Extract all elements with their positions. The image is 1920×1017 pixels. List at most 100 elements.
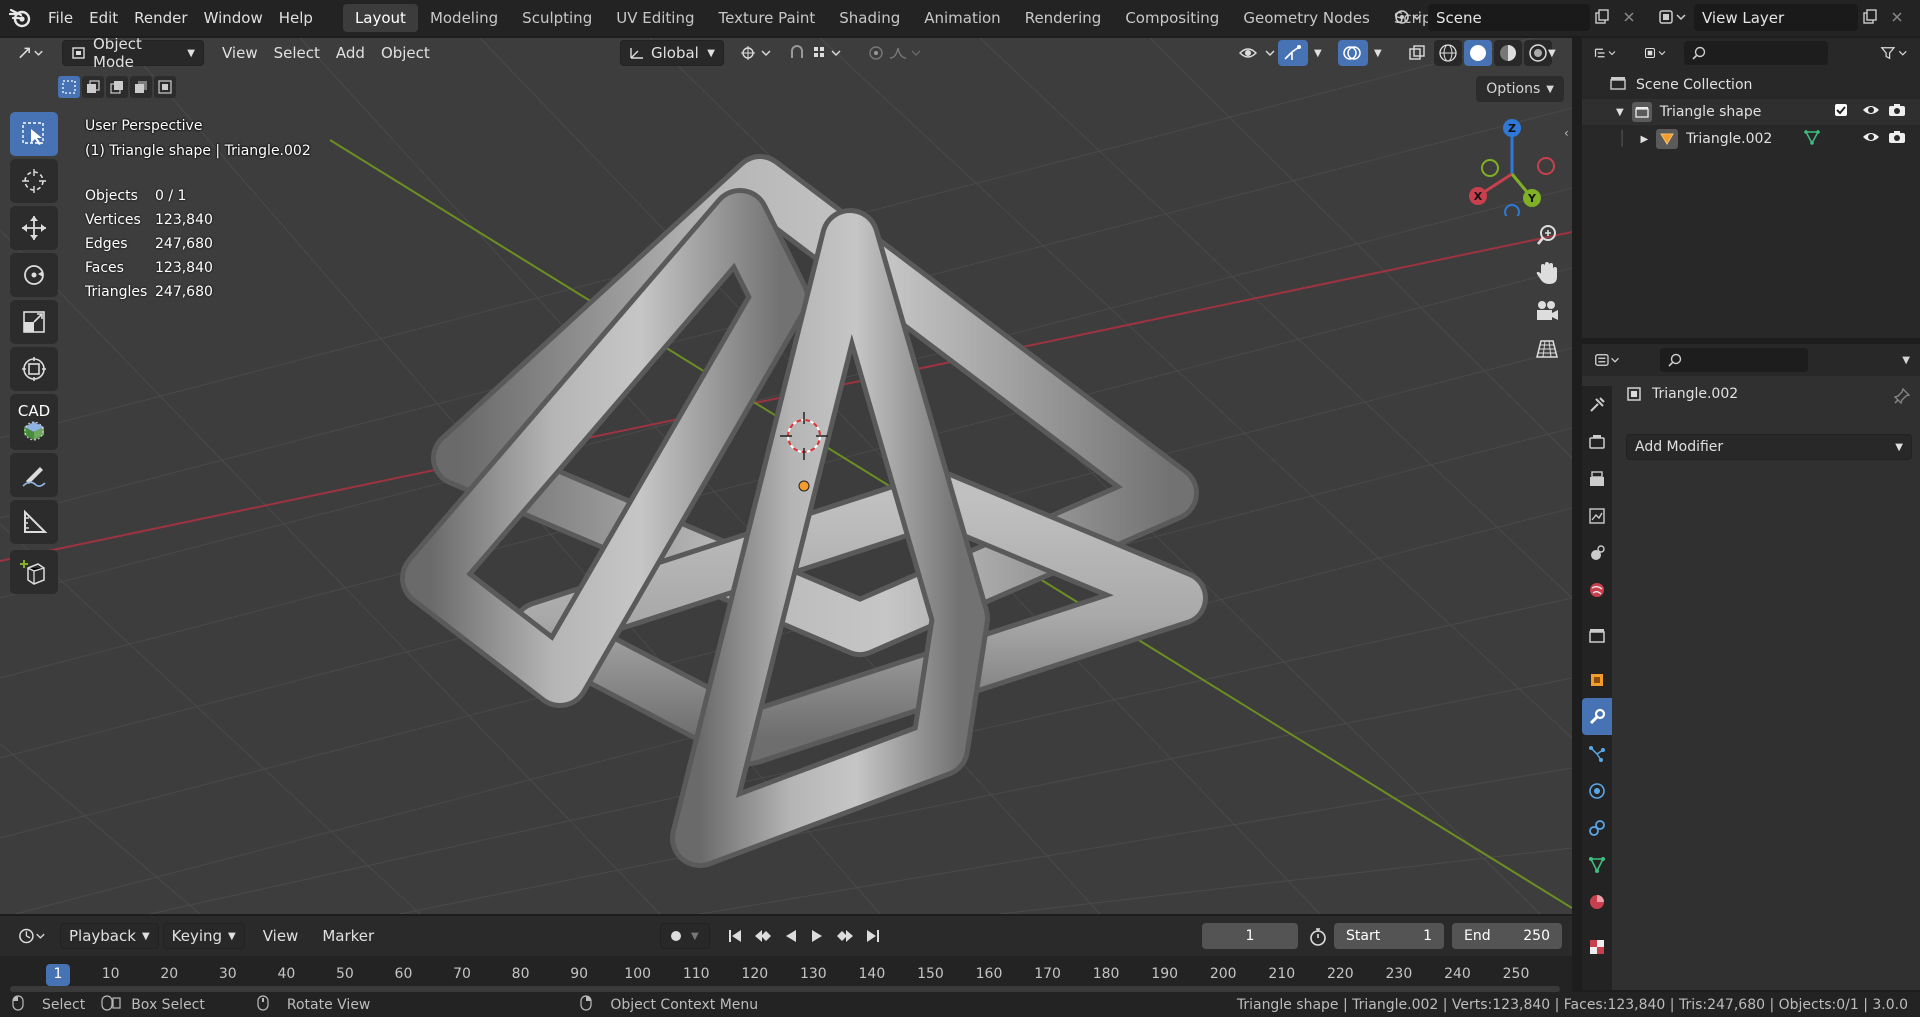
add-modifier-dropdown[interactable]: Add Modifier ▼	[1626, 434, 1912, 460]
filter-icon[interactable]	[1872, 40, 1916, 66]
tab-modeling[interactable]: Modeling	[418, 4, 510, 32]
tab-sculpting[interactable]: Sculpting	[510, 4, 604, 32]
tab-modifiers-icon[interactable]	[1582, 698, 1612, 735]
viewport-menu-object[interactable]: Object	[373, 40, 438, 66]
rotate-tool-icon[interactable]	[10, 253, 58, 297]
select-new-icon[interactable]	[58, 76, 80, 98]
current-frame-field[interactable]: 1	[1202, 923, 1298, 949]
move-tool-icon[interactable]	[10, 206, 58, 250]
view-layer-name-field[interactable]: View Layer	[1694, 4, 1858, 31]
tab-compositing[interactable]: Compositing	[1113, 4, 1231, 32]
zoom-icon[interactable]	[1530, 218, 1564, 252]
camera-view-icon[interactable]	[1530, 294, 1564, 328]
auto-keying-toggle[interactable]: ▼	[660, 923, 710, 949]
tab-particles-icon[interactable]	[1582, 735, 1612, 772]
cad-tool-icon[interactable]: CAD	[10, 394, 58, 450]
blender-logo-icon[interactable]	[0, 0, 40, 36]
timeline-frame-ruler[interactable]: 1 10 20 30 40 50 60 70 80 90 100 110 120 130 140 150 160…	[0, 956, 1572, 996]
playback-menu[interactable]: Playback ▼	[60, 923, 159, 949]
viewport-menu-add[interactable]: Add	[328, 40, 373, 66]
object-mode-dropdown[interactable]: Object Mode ▼	[62, 38, 204, 71]
tab-object-icon[interactable]	[1582, 661, 1612, 698]
tab-material-icon[interactable]	[1582, 883, 1612, 920]
select-extend-icon[interactable]	[82, 76, 104, 98]
3d-viewport[interactable]: Object Mode ▼ View Select Add Object Glo…	[0, 38, 1572, 914]
eye-icon[interactable]	[1862, 103, 1880, 121]
menu-file[interactable]: File	[40, 0, 81, 36]
delete-scene-icon[interactable]	[1616, 4, 1642, 30]
transform-tool-icon[interactable]	[10, 347, 58, 391]
stopwatch-icon[interactable]	[1308, 927, 1328, 951]
tab-layout[interactable]: Layout	[342, 4, 418, 32]
editor-type-icon[interactable]	[10, 40, 54, 66]
tab-constraints-icon[interactable]	[1582, 809, 1612, 846]
tab-data-icon[interactable]	[1582, 846, 1612, 883]
outliner-object-row[interactable]: │ ▶ Triangle.002	[1582, 126, 1920, 152]
tab-rendering[interactable]: Rendering	[1013, 4, 1114, 32]
tab-tool-icon[interactable]	[1582, 386, 1612, 423]
eye-icon[interactable]	[1862, 130, 1880, 148]
options-dropdown[interactable]: Options ▼	[1476, 76, 1564, 102]
exclude-checkbox[interactable]	[1834, 103, 1848, 121]
menu-render[interactable]: Render	[126, 0, 195, 36]
tab-geometry-nodes[interactable]: Geometry Nodes	[1231, 4, 1382, 32]
camera-render-icon[interactable]	[1888, 130, 1906, 148]
tab-world-icon[interactable]	[1582, 571, 1612, 608]
annotate-tool-icon[interactable]	[10, 453, 58, 497]
scale-tool-icon[interactable]	[10, 300, 58, 344]
proportional-editing-icon[interactable]	[860, 40, 934, 66]
transform-orientation-dropdown[interactable]: Global ▼	[620, 40, 724, 66]
display-mode-icon[interactable]	[1636, 40, 1676, 66]
timeline-menu-marker[interactable]: Marker	[314, 923, 382, 949]
view-layer-selector-icon[interactable]	[1652, 4, 1692, 30]
properties-editor-type-icon[interactable]	[1586, 347, 1630, 373]
expand-arrow-icon[interactable]: ▶	[1640, 134, 1648, 145]
tab-output-icon[interactable]	[1582, 460, 1612, 497]
tab-collection-icon[interactable]	[1582, 616, 1612, 653]
tab-animation[interactable]: Animation	[912, 4, 1012, 32]
toggle-perspective-icon[interactable]	[1530, 332, 1564, 366]
tab-shading[interactable]: Shading	[827, 4, 912, 32]
select-difference-icon[interactable]	[130, 76, 152, 98]
new-scene-icon[interactable]	[1589, 4, 1615, 30]
viewport-menu-select[interactable]: Select	[266, 40, 328, 66]
play-icon[interactable]	[804, 923, 830, 949]
gizmo-toggle-icon[interactable]	[1278, 40, 1308, 66]
timeline-editor-type-icon[interactable]	[10, 923, 54, 949]
outliner-collection-row[interactable]: ▼ Triangle shape	[1582, 99, 1920, 125]
keying-menu[interactable]: Keying ▼	[162, 923, 245, 949]
new-view-layer-icon[interactable]	[1857, 4, 1883, 30]
triangle-shape-mesh[interactable]	[400, 154, 1208, 868]
snap-toggle-icon[interactable]	[780, 40, 854, 66]
shading-wireframe-icon[interactable]	[1434, 40, 1462, 66]
expand-arrow-icon[interactable]: ▼	[1616, 107, 1624, 118]
end-frame-field[interactable]: End 250	[1452, 923, 1562, 949]
tab-scene-icon[interactable]	[1582, 534, 1612, 571]
collapse-sidebar-icon[interactable]: ‹	[1564, 126, 1569, 140]
tab-view-layer-icon[interactable]	[1582, 497, 1612, 534]
jump-start-icon[interactable]	[722, 923, 748, 949]
menu-window[interactable]: Window	[196, 0, 271, 36]
jump-end-icon[interactable]	[860, 923, 886, 949]
navigation-gizmo[interactable]: Z X Y	[1460, 116, 1570, 216]
camera-render-icon[interactable]	[1888, 103, 1906, 121]
next-keyframe-icon[interactable]	[830, 923, 860, 949]
pin-icon[interactable]	[1893, 387, 1911, 408]
pan-hand-icon[interactable]	[1530, 256, 1564, 290]
xray-toggle-icon[interactable]	[1402, 40, 1432, 66]
properties-options-icon[interactable]: ▼	[1902, 355, 1910, 366]
viewport-menu-view[interactable]: View	[214, 40, 266, 66]
add-cube-tool-icon[interactable]	[10, 550, 58, 594]
select-subtract-icon[interactable]	[106, 76, 128, 98]
prev-keyframe-icon[interactable]	[748, 923, 778, 949]
overlays-dropdown-icon[interactable]: ▼	[1370, 40, 1386, 66]
outliner-editor-type-icon[interactable]	[1586, 40, 1626, 66]
outliner-scene-collection[interactable]: Scene Collection	[1582, 72, 1920, 98]
scene-selector-icon[interactable]	[1388, 4, 1428, 30]
delete-view-layer-icon[interactable]	[1884, 4, 1910, 30]
cursor-tool-icon[interactable]	[10, 159, 58, 203]
menu-edit[interactable]: Edit	[81, 0, 126, 36]
tab-uv-editing[interactable]: UV Editing	[604, 4, 706, 32]
shading-dropdown-icon[interactable]: ▼	[1544, 40, 1560, 66]
start-frame-field[interactable]: Start 1	[1334, 923, 1444, 949]
